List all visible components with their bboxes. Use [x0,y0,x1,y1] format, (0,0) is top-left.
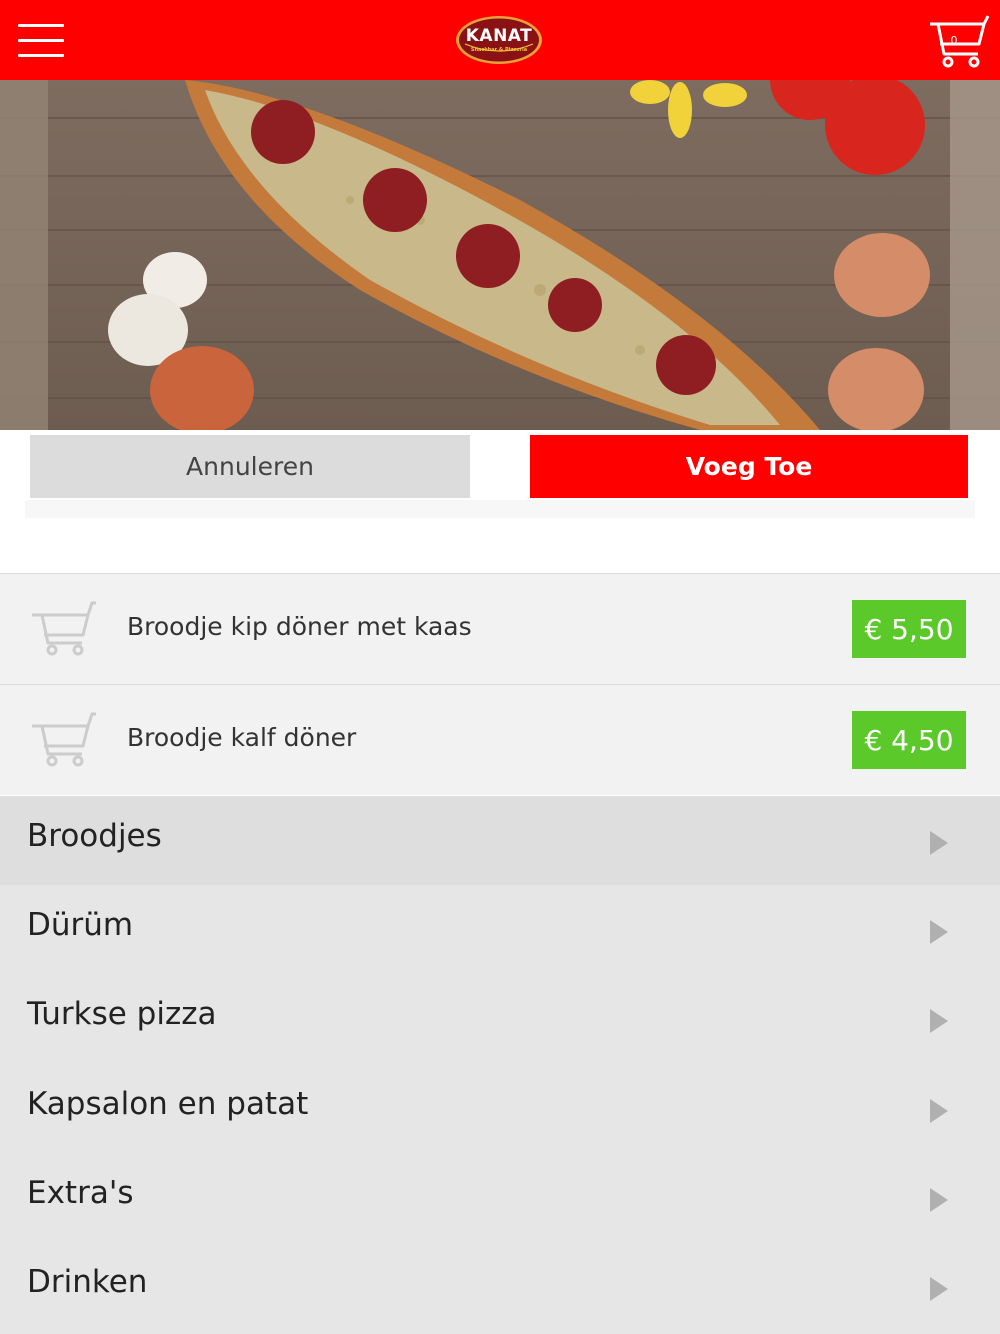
product-row[interactable]: Broodje kip döner met kaas € 5,50 [0,573,1000,684]
cart-icon [32,712,96,767]
chevron-right-icon [930,1099,948,1123]
category-item-broodjes[interactable]: Broodjes [0,796,1000,885]
price-badge[interactable]: € 4,50 [852,711,966,769]
category-label: Drinken [27,1264,148,1300]
category-label: Extra's [27,1175,134,1211]
cart-icon [32,601,96,656]
app-header: KANAT Snackbar & Pizzeria 0 [0,0,1000,80]
category-item-durum[interactable]: Dürüm [0,885,1000,974]
cart-count-badge: 0 [950,34,958,47]
product-hero-image [0,80,1000,430]
cancel-button[interactable]: Annuleren [30,435,470,498]
category-item-kapsalon-en-patat[interactable]: Kapsalon en patat [0,1064,1000,1153]
header-cart-button[interactable]: 0 [928,12,992,70]
logo-text: KANAT [465,26,533,46]
product-name: Broodje kalf döner [127,723,357,752]
product-name: Broodje kip döner met kaas [127,612,472,641]
category-label: Dürüm [27,907,134,943]
chevron-right-icon [930,1009,948,1033]
price-badge[interactable]: € 5,50 [852,600,966,658]
chevron-right-icon [930,831,948,855]
product-row[interactable]: Broodje kalf döner € 4,50 [0,684,1000,795]
menu-icon[interactable] [18,24,64,58]
category-label: Kapsalon en patat [27,1086,309,1122]
action-bar-shadow [25,500,975,518]
category-item-turkse-pizza[interactable]: Turkse pizza [0,974,1000,1063]
category-list: Broodjes Dürüm Turkse pizza Kapsalon en … [0,796,1000,1334]
add-to-cart-button[interactable]: Voeg Toe [530,435,968,498]
logo-subtext: Snackbar & Pizzeria [470,47,528,53]
chevron-right-icon [930,920,948,944]
category-item-drinken[interactable]: Drinken [0,1242,1000,1331]
category-label: Turkse pizza [27,996,217,1032]
category-item-extras[interactable]: Extra's [0,1153,1000,1242]
category-label: Broodjes [27,818,162,854]
brand-logo[interactable]: KANAT Snackbar & Pizzeria [455,14,543,66]
chevron-right-icon [930,1188,948,1212]
chevron-right-icon [930,1277,948,1301]
